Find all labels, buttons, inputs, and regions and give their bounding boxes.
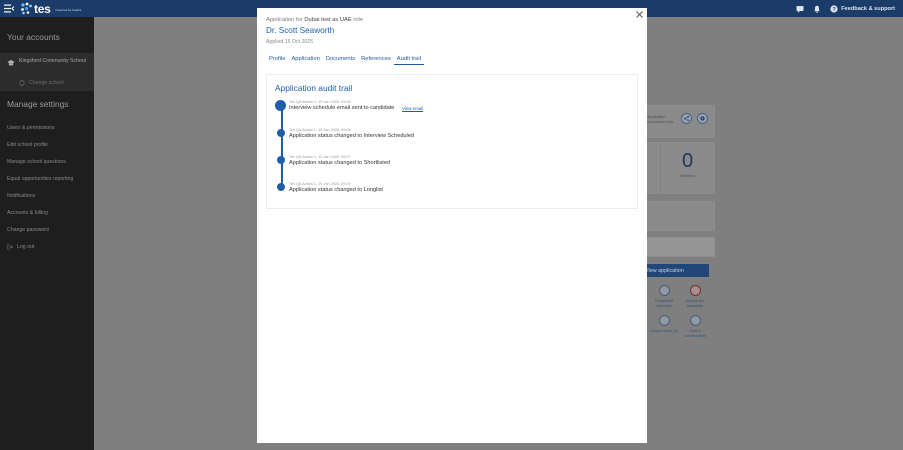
chat-icon[interactable] <box>796 5 804 13</box>
calendar-icon <box>658 285 670 296</box>
background-strip <box>645 237 715 257</box>
close-icon[interactable] <box>635 10 644 19</box>
application-modal: Application for Dubai test as UAE role D… <box>257 8 647 443</box>
audit-event-message: Application status changed to Interview … <box>289 133 415 139</box>
tab-audit-trail[interactable]: Audit trail <box>393 56 424 65</box>
bell-icon[interactable] <box>813 5 821 13</box>
menu-icon[interactable] <box>4 4 14 13</box>
timeline-dot <box>276 156 285 164</box>
declined-label: Declined <box>680 174 695 178</box>
background-stat-card <box>645 142 660 194</box>
sidebar-item-equal-opportunities[interactable]: Equal opportunities reporting <box>7 176 73 182</box>
school-name: Kingsford Community School <box>19 58 86 64</box>
view-application-button[interactable]: View application <box>637 264 709 277</box>
audit-event-message: Application status changed to Longlist <box>289 187 383 193</box>
timeline-dot <box>276 129 285 137</box>
decline-icon <box>689 285 701 296</box>
decline-candidate-action[interactable]: Decline the candidate <box>679 285 711 308</box>
audit-event-meta: Tes QA Admin 1, 19 Jan 2026, 09:06 <box>289 128 351 132</box>
audit-event-meta: Tes QA Admin 1, 19 Jan 2026, 09:27 <box>289 155 351 159</box>
share-icon[interactable] <box>681 113 692 124</box>
audit-event-message: Application status changed to Shortliste… <box>289 160 391 166</box>
powered-by-text: Powered by Solaris <box>55 8 82 12</box>
tes-logo[interactable]: tes Powered by Solaris <box>20 1 82 16</box>
sidebar: Your accounts Kingsford Community School… <box>0 17 94 450</box>
school-icon <box>7 60 15 66</box>
tab-application[interactable]: Application <box>291 56 322 65</box>
logo-text: tes <box>34 1 51 16</box>
tab-documents[interactable]: Documents <box>326 56 358 65</box>
declined-count: 0 <box>682 150 694 172</box>
feedback-support-link[interactable]: ? Feedback & support <box>830 4 895 13</box>
change-school-link[interactable]: Change school <box>19 80 64 86</box>
decline-candidate-label: Decline the candidate <box>685 299 705 308</box>
role-suffix: role <box>353 17 364 23</box>
logout-icon <box>7 244 13 250</box>
completed-interview-label: Completed Interview <box>654 299 674 308</box>
school-notes-label: School notes (0) <box>650 329 678 333</box>
feedback-label: Feedback & support <box>841 5 895 12</box>
accounts-heading: Your accounts <box>7 32 60 42</box>
sidebar-item-accounts-billing[interactable]: Accounts & billing <box>7 210 48 216</box>
tab-profile[interactable]: Profile <box>269 56 288 65</box>
logout-link[interactable]: Log out <box>7 244 34 250</box>
applied-date: Applied 16 Oct 2025 <box>266 39 314 45</box>
help-icon: ? <box>830 4 838 12</box>
school-notes-action[interactable]: School notes (0) <box>648 315 680 334</box>
application-for-line: Application for Dubai test as UAE role <box>266 17 363 23</box>
top-right-actions: ? Feedback & support <box>796 0 895 17</box>
start-conversation-action[interactable]: Start a conversation <box>679 315 711 338</box>
view-email-link[interactable]: View email <box>402 106 423 111</box>
role-name: Dubai test as UAE <box>304 17 352 23</box>
audit-event-meta: Tes QA Admin 1, 19 Jan 2026, 09:06 <box>289 100 351 104</box>
sidebar-item-notifications[interactable]: Notifications <box>7 193 35 199</box>
timeline-dot <box>275 100 286 111</box>
completed-interview-action[interactable]: Completed Interview <box>648 285 680 308</box>
sidebar-item-edit-school-profile[interactable]: Edit school profile <box>7 142 48 148</box>
settings-icon[interactable] <box>697 113 708 124</box>
background-section <box>645 201 715 231</box>
change-school-label: Change school <box>29 80 64 86</box>
conversation-icon <box>689 315 701 326</box>
change-icon <box>19 80 25 86</box>
settings-heading: Manage settings <box>7 99 69 109</box>
tes-logo-icon <box>21 2 32 15</box>
audit-trail-title: Application audit trail <box>275 83 353 93</box>
timeline-line <box>281 105 283 188</box>
timeline-dot <box>276 183 285 191</box>
background-card-text-2: conversion flow <box>647 120 674 124</box>
sidebar-item-users-permissions[interactable]: Users & permissions <box>7 125 55 131</box>
tab-references[interactable]: References <box>361 56 394 65</box>
sidebar-item-manage-school-questions[interactable]: Manage school questions <box>7 159 66 165</box>
candidate-name: Dr. Scott Seaworth <box>266 26 335 35</box>
notes-icon <box>658 315 670 326</box>
applied-prefix: Application for <box>266 17 303 23</box>
logout-label: Log out <box>17 244 35 250</box>
audit-event-message: Interview schedule email sent to candida… <box>289 105 395 111</box>
modal-tabs: Profile Application Documents References… <box>269 56 427 65</box>
sidebar-item-change-password[interactable]: Change password <box>7 227 49 233</box>
audit-trail-card: Application audit trail Tes QA Admin 1, … <box>266 74 638 209</box>
background-card-text-1: Application <box>647 115 666 119</box>
start-conversation-label: Start a conversation <box>684 329 706 338</box>
audit-event-meta: Tes QA Admin 1, 19 Jan 2026, 09:25 <box>289 182 351 186</box>
